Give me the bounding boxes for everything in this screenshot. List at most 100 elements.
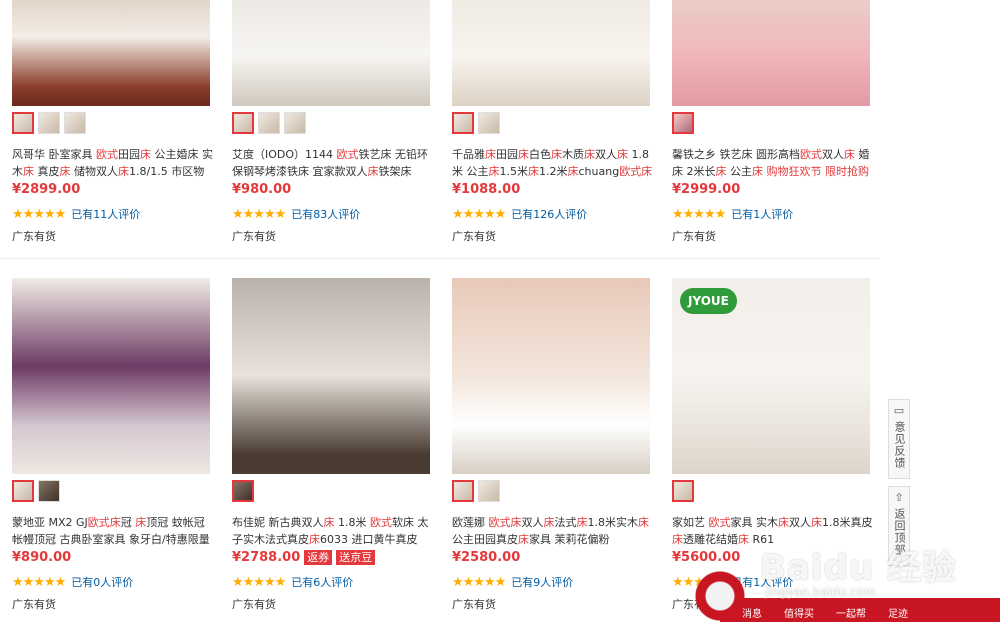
rating-row: ★★★★★ 已有9人评价 bbox=[452, 574, 573, 590]
price-value: ¥5600.00 bbox=[672, 550, 741, 565]
review-count-link[interactable]: 已有83人评价 bbox=[291, 206, 360, 222]
product-title[interactable]: 风哥华 卧室家具 欧式田园床 公主婚床 实木床 真皮床 储物双人床1.8/1.5… bbox=[12, 146, 214, 180]
keyword-highlight: 床 bbox=[135, 516, 147, 529]
product-image[interactable] bbox=[452, 0, 650, 106]
product-grid: 风哥华 卧室家具 欧式田园床 公主婚床 实木床 真皮床 储物双人床1.8/1.5… bbox=[0, 0, 1000, 622]
keyword-highlight: 床 bbox=[309, 533, 320, 546]
product-price: ¥890.00 bbox=[12, 550, 71, 565]
toolbar-item[interactable]: 一起帮 bbox=[836, 608, 866, 622]
title-text: 公主田园真皮 bbox=[452, 533, 518, 546]
title-text: 1.2米 bbox=[539, 165, 568, 178]
keyword-highlight: 欧式 bbox=[336, 148, 359, 161]
title-text: 透雕花结婚 bbox=[683, 533, 738, 546]
review-count-link[interactable]: 已有11人评价 bbox=[71, 206, 140, 222]
product-title[interactable]: 布佳妮 新古典双人床 1.8米 欧式软床 太子实木法式真皮床6033 进口黄牛真… bbox=[232, 514, 434, 548]
star-rating-icon: ★★★★★ bbox=[232, 206, 286, 222]
review-count-link[interactable]: 已有6人评价 bbox=[291, 574, 353, 590]
review-count-link[interactable]: 已有9人评价 bbox=[511, 574, 573, 590]
title-text: 欧莲娜 bbox=[452, 516, 489, 529]
keyword-highlight: 床 bbox=[617, 148, 628, 161]
keyword-highlight: 床 bbox=[528, 165, 539, 178]
keyword-highlight: 欧式床 bbox=[488, 516, 522, 529]
thumbnail[interactable] bbox=[232, 480, 254, 502]
keyword-highlight: 床 bbox=[738, 533, 749, 546]
toolbar-item[interactable]: 足迹 bbox=[888, 608, 908, 622]
product-image[interactable] bbox=[12, 0, 210, 106]
product-price: ¥980.00 bbox=[232, 182, 291, 197]
keyword-highlight: 床 bbox=[715, 165, 727, 178]
brand-logo: JYOUE bbox=[680, 288, 737, 314]
keyword-highlight: 欧式床 bbox=[619, 165, 653, 178]
product-image[interactable] bbox=[232, 0, 430, 106]
product-image[interactable] bbox=[12, 278, 210, 474]
thumbnail[interactable] bbox=[478, 480, 500, 502]
thumbnail[interactable] bbox=[284, 112, 306, 134]
toolbar-item[interactable]: 值得买 bbox=[784, 608, 814, 622]
keyword-highlight: 床 bbox=[844, 148, 855, 161]
keyword-highlight: 床 bbox=[584, 148, 595, 161]
mascot-icon bbox=[690, 570, 750, 622]
star-rating-icon: ★★★★★ bbox=[12, 206, 66, 222]
thumbnail-strip bbox=[672, 112, 694, 134]
keyword-highlight: 床 bbox=[23, 165, 34, 178]
thumbnail[interactable] bbox=[38, 112, 60, 134]
product-title[interactable]: 艾度（IODO）1144 欧式铁艺床 无铅环保钢琴烤漆铁床 宜家款双人床铁架床 … bbox=[232, 146, 434, 180]
thumbnail[interactable] bbox=[478, 112, 500, 134]
product-image[interactable]: JYOUE bbox=[672, 278, 870, 474]
title-text: 白色 bbox=[529, 148, 551, 161]
product-title[interactable]: 蒙地亚 MX2 GJ欧式床冠 床顶冠 蚊帐冠 帐幔顶冠 古典卧室家具 象牙白/特… bbox=[12, 514, 214, 548]
feedback-tab[interactable]: ▭ 意见反馈 bbox=[888, 399, 910, 479]
keyword-highlight: 欧式 bbox=[96, 148, 118, 161]
product-title[interactable]: 千品雅床田园床白色床木质床双人床 1.8米 公主床1.5米床1.2米床chuan… bbox=[452, 146, 654, 180]
rating-row: ★★★★★ 已有83人评价 bbox=[232, 206, 360, 222]
keyword-highlight: 欧式 bbox=[708, 516, 731, 529]
title-text: 1.8米真皮 bbox=[822, 516, 873, 529]
title-text: 1.8米实木 bbox=[587, 516, 639, 529]
product-title[interactable]: 馨铁之乡 铁艺床 圆形高档欧式双人床 婚床 2米长床 公主床 购物狂欢节 限时抢… bbox=[672, 146, 874, 180]
title-text: 艾度（IODO）1144 bbox=[232, 148, 337, 161]
product-image[interactable] bbox=[452, 278, 650, 474]
thumbnail[interactable] bbox=[452, 112, 474, 134]
review-count-link[interactable]: 已有126人评价 bbox=[511, 206, 587, 222]
product-price: ¥2580.00 bbox=[452, 550, 520, 565]
keyword-highlight: 床 bbox=[638, 516, 649, 529]
thumbnail-strip bbox=[12, 480, 60, 502]
thumbnail[interactable] bbox=[452, 480, 474, 502]
watermark: Baidu 经验 bbox=[760, 548, 957, 588]
stock-status: 广东有货 bbox=[12, 598, 56, 611]
watermark-sub: jingyan.baidu.com bbox=[765, 585, 876, 599]
keyword-highlight: 购物狂欢节 限时抢购 bbox=[763, 165, 869, 178]
product-title[interactable]: 欧莲娜 欧式床双人床法式床1.8米实木床公主田园真皮床家具 茉莉花偏粉 bbox=[452, 514, 654, 548]
title-text: chuang bbox=[578, 165, 620, 178]
thumbnail[interactable] bbox=[232, 112, 254, 134]
keyword-highlight: 床 bbox=[518, 148, 529, 161]
thumbnail[interactable] bbox=[258, 112, 280, 134]
product-image[interactable] bbox=[672, 0, 870, 106]
keyword-highlight: 床 bbox=[551, 148, 562, 161]
rating-row: ★★★★★ 已有6人评价 bbox=[232, 574, 353, 590]
product-price: ¥1088.00 bbox=[452, 182, 520, 197]
price-value: ¥2788.00 bbox=[232, 550, 301, 565]
keyword-highlight: 床 bbox=[323, 516, 335, 529]
keyword-highlight: 床 bbox=[672, 533, 683, 546]
thumbnail-strip bbox=[232, 112, 306, 134]
price-value: ¥1088.00 bbox=[452, 182, 521, 197]
rating-row: ★★★★★ 已有126人评价 bbox=[452, 206, 587, 222]
title-text: 家具 茉莉花偏粉 bbox=[529, 533, 610, 546]
thumbnail[interactable] bbox=[12, 480, 34, 502]
thumbnail[interactable] bbox=[38, 480, 60, 502]
keyword-highlight: 床 bbox=[543, 516, 555, 529]
title-text: 公主 bbox=[726, 165, 752, 178]
thumbnail[interactable] bbox=[672, 112, 694, 134]
thumbnail[interactable] bbox=[64, 112, 86, 134]
title-text: 双人 bbox=[595, 148, 617, 161]
thumbnail[interactable] bbox=[12, 112, 34, 134]
product-image[interactable] bbox=[232, 278, 430, 474]
rating-row: ★★★★★ 已有11人评价 bbox=[12, 206, 140, 222]
review-count-link[interactable]: 已有1人评价 bbox=[731, 206, 793, 222]
keyword-highlight: 床 bbox=[140, 148, 151, 161]
thumbnail[interactable] bbox=[672, 480, 694, 502]
star-rating-icon: ★★★★★ bbox=[232, 574, 286, 590]
keyword-highlight: 床 bbox=[752, 165, 763, 178]
review-count-link[interactable]: 已有0人评价 bbox=[71, 574, 133, 590]
